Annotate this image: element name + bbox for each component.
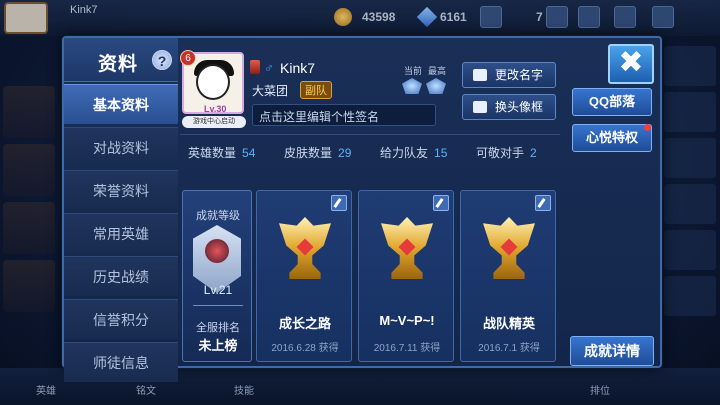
add-currency-button[interactable] xyxy=(480,6,502,28)
avatar-level: Lv.30 xyxy=(204,104,227,114)
server-rank-label: 全服排名 xyxy=(196,322,240,334)
rank-medal-icon xyxy=(250,60,260,74)
qq-tribe-button[interactable]: QQ部落 xyxy=(572,88,652,116)
tab-common-heroes[interactable]: 常用英雄 xyxy=(64,213,178,253)
frame-icon xyxy=(473,101,487,113)
rename-label: 更改名字 xyxy=(495,68,544,82)
achievement-card[interactable]: 战队精英 2016.7.1 获得 xyxy=(460,190,556,362)
top-status-bar: Kink7 43598 6161 7 xyxy=(0,0,720,36)
divider xyxy=(180,134,560,135)
achievement-row: 成就等级 Lv.21 全服排名 未上榜 成长之路 2016.6.28 获得 M~… xyxy=(182,190,560,362)
top-player-name: Kink7 xyxy=(70,4,98,16)
achievement-name: M~V~P~! xyxy=(379,313,435,328)
background-right-column xyxy=(660,40,720,360)
nav-heroes[interactable]: 英雄 xyxy=(36,382,56,397)
season-current-label: 当前 xyxy=(404,66,423,76)
game-center-status: 游戏中心启动 xyxy=(182,116,246,128)
add-button[interactable] xyxy=(546,6,568,28)
stat-skins: 皮肤数量 29 xyxy=(284,146,352,160)
tab-credit-score[interactable]: 信誉积分 xyxy=(64,299,178,339)
achievement-details-button[interactable]: 成就详情 xyxy=(570,336,654,366)
rename-button[interactable]: 更改名字 xyxy=(462,62,556,88)
tab-mentor-info[interactable]: 师徒信息 xyxy=(64,342,178,382)
basic-info-content: Lv.30 6 游戏中心启动 ♂ Kink7 大菜团 副队 点击这里编辑个性签名… xyxy=(180,42,560,366)
nav-ranked[interactable]: 排位 xyxy=(590,382,610,397)
top-count: 7 xyxy=(536,10,543,24)
season-best-label: 最高 xyxy=(428,66,447,76)
close-button[interactable]: ✖ xyxy=(608,44,654,84)
top-avatar[interactable] xyxy=(4,2,48,34)
signature-field[interactable]: 点击这里编辑个性签名 xyxy=(252,104,436,126)
achievement-rank-title: 成就等级 xyxy=(196,210,240,222)
achievement-rank-level: Lv.21 xyxy=(203,283,233,297)
avatar-face xyxy=(196,64,230,100)
change-frame-button[interactable]: 换头像框 xyxy=(462,94,556,120)
profile-panel: 资料 ? 基本资料 对战资料 荣誉资料 常用英雄 历史战绩 信誉积分 师徒信息 … xyxy=(62,36,662,382)
panel-title: 资料 xyxy=(98,54,139,75)
achievement-name: 战队精英 xyxy=(482,316,535,331)
tab-honor-info[interactable]: 荣誉资料 xyxy=(64,170,178,210)
male-gender-icon: ♂ xyxy=(264,60,274,75)
edit-icon[interactable] xyxy=(433,195,449,211)
achievement-name: 成长之路 xyxy=(278,316,331,331)
achievement-card[interactable]: M~V~P~! 2016.7.11 获得 xyxy=(358,190,454,362)
player-name: Kink7 xyxy=(280,60,316,76)
gold-coin-icon xyxy=(334,8,352,26)
tab-list: 基本资料 对战资料 荣誉资料 常用英雄 历史战绩 信誉积分 师徒信息 xyxy=(64,84,178,385)
stat-heroes: 英雄数量 54 xyxy=(188,146,256,160)
menu-button[interactable] xyxy=(652,6,674,28)
stat-teammates: 给力队友 15 xyxy=(380,146,448,160)
help-button[interactable]: ? xyxy=(152,50,172,70)
notification-dot-icon xyxy=(644,124,651,131)
edit-name-icon xyxy=(473,69,487,81)
mail-button[interactable] xyxy=(614,6,636,28)
gold-amount: 43598 xyxy=(362,10,396,24)
tab-battle-info[interactable]: 对战资料 xyxy=(64,127,178,167)
season-best-rank-icon xyxy=(426,78,446,94)
change-frame-label: 换头像框 xyxy=(495,100,544,114)
tab-match-history[interactable]: 历史战绩 xyxy=(64,256,178,296)
guild-role-badge: 副队 xyxy=(300,81,332,99)
diamond-icon xyxy=(416,6,438,28)
nav-skills[interactable]: 技能 xyxy=(234,382,254,397)
player-level-badge: 6 xyxy=(180,50,196,66)
edit-icon[interactable] xyxy=(535,195,551,211)
diamond-amount: 6161 xyxy=(440,10,467,24)
stat-opponents: 可敬对手 2 xyxy=(476,146,537,160)
server-rank-value: 未上榜 xyxy=(198,338,238,353)
guild-name: 大菜团 xyxy=(252,84,289,98)
background-left-column xyxy=(0,80,58,360)
achievement-date: 2016.6.28 获得 xyxy=(271,343,339,354)
settings-button[interactable] xyxy=(578,6,600,28)
achievement-card[interactable]: 成长之路 2016.6.28 获得 xyxy=(256,190,352,362)
edit-icon[interactable] xyxy=(331,195,347,211)
xinyue-privilege-button[interactable]: 心悦特权 xyxy=(572,124,652,152)
achievement-date: 2016.7.1 获得 xyxy=(478,343,540,354)
tab-basic-info[interactable]: 基本资料 xyxy=(64,84,178,124)
panel-header: 资料 ? xyxy=(64,38,178,82)
rank-divider xyxy=(193,305,243,306)
achievement-date: 2016.7.11 获得 xyxy=(373,343,441,354)
achievement-rank-card[interactable]: 成就等级 Lv.21 全服排名 未上榜 xyxy=(182,190,252,362)
season-current-rank-icon xyxy=(402,78,422,94)
